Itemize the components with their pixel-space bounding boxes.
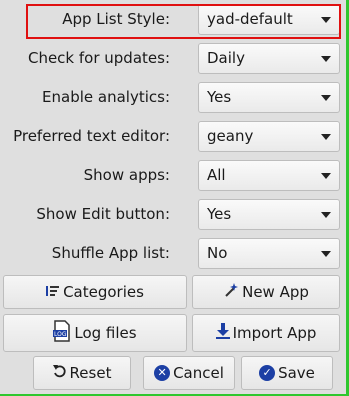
chevron-down-icon: [321, 95, 331, 101]
row-enable-analytics: Enable analytics: Yes: [0, 80, 346, 114]
chevron-down-icon: [321, 134, 331, 140]
show-edit-button-value: Yes: [207, 205, 232, 223]
text-editor-value: geany: [207, 127, 254, 145]
enable-analytics-value: Yes: [207, 88, 232, 106]
reset-arrow-icon: [52, 364, 67, 382]
magic-wand-icon: [223, 282, 239, 302]
text-editor-dropdown[interactable]: geany: [198, 121, 340, 152]
row-show-apps: Show apps: All: [0, 158, 346, 192]
highlight-box: [26, 4, 341, 39]
row-show-edit-button: Show Edit button: Yes: [0, 197, 346, 231]
show-apps-value: All: [207, 166, 226, 184]
check-updates-dropdown[interactable]: Daily: [198, 43, 340, 74]
show-apps-dropdown[interactable]: All: [198, 160, 340, 191]
download-arrow-icon: [215, 323, 230, 343]
shuffle-app-list-label: Shuffle App list:: [51, 244, 170, 262]
new-app-button[interactable]: New App: [192, 275, 340, 309]
enable-analytics-dropdown[interactable]: Yes: [198, 82, 340, 113]
check-updates-value: Daily: [207, 49, 245, 67]
chevron-down-icon: [321, 56, 331, 62]
chevron-down-icon: [321, 251, 331, 257]
shuffle-app-list-dropdown[interactable]: No: [198, 238, 340, 269]
row-app-list-style: App List Style: yad-default: [0, 2, 346, 39]
sort-list-icon: [46, 283, 60, 301]
show-edit-button-label: Show Edit button:: [36, 205, 170, 223]
import-app-label: Import App: [232, 324, 317, 342]
cancel-label: Cancel: [173, 364, 224, 382]
svg-text:LOG: LOG: [54, 331, 67, 338]
log-file-icon: LOG: [53, 320, 71, 346]
text-editor-label: Preferred text editor:: [13, 127, 170, 145]
save-button[interactable]: ✓ Save: [241, 356, 333, 390]
enable-analytics-label: Enable analytics:: [42, 88, 170, 106]
row-shuffle-app-list: Shuffle App list: No: [0, 236, 346, 270]
row-check-updates: Check for updates: Daily: [0, 41, 346, 75]
log-files-button[interactable]: LOG Log files: [3, 314, 187, 352]
chevron-down-icon: [321, 173, 331, 179]
shuffle-app-list-value: No: [207, 244, 228, 262]
reset-label: Reset: [69, 364, 112, 382]
categories-label: Categories: [63, 283, 144, 301]
check-circle-icon: ✓: [259, 365, 276, 381]
show-edit-button-dropdown[interactable]: Yes: [198, 199, 340, 230]
row-text-editor: Preferred text editor: geany: [0, 119, 346, 153]
import-app-button[interactable]: Import App: [192, 314, 340, 352]
new-app-label: New App: [242, 283, 309, 301]
categories-button[interactable]: Categories: [3, 275, 187, 309]
check-updates-label: Check for updates:: [27, 49, 170, 67]
show-apps-label: Show apps:: [83, 166, 170, 184]
reset-button[interactable]: Reset: [33, 356, 131, 390]
chevron-down-icon: [321, 212, 331, 218]
log-files-label: Log files: [74, 324, 137, 342]
cancel-button[interactable]: ✕ Cancel: [143, 356, 235, 390]
cancel-circle-icon: ✕: [154, 365, 171, 381]
save-label: Save: [278, 364, 315, 382]
